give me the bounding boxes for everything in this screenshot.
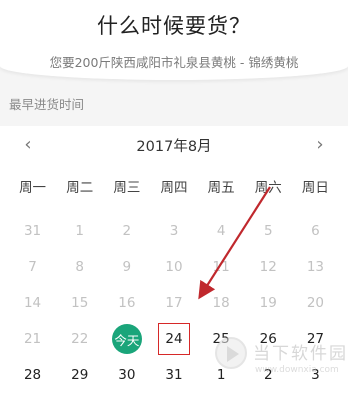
- day-cell[interactable]: 30: [103, 357, 150, 393]
- day-cell: 3: [150, 213, 197, 249]
- day-cell: 12: [245, 249, 292, 285]
- weekday-sun: 周日: [301, 180, 329, 196]
- day-number: 16: [118, 295, 136, 311]
- day-cell: 6: [292, 213, 339, 249]
- day-number: 7: [28, 259, 37, 275]
- month-label: 2017年8月: [136, 139, 212, 155]
- day-cell: 19: [245, 285, 292, 321]
- day-number[interactable]: 31: [165, 367, 182, 383]
- day-number: 19: [259, 295, 277, 311]
- day-number: 21: [23, 331, 42, 347]
- weekday-sat: 周六: [254, 180, 282, 196]
- watermark-name: 当下软件园: [253, 344, 348, 364]
- day-cell-24-selected[interactable]: 24: [150, 321, 197, 357]
- day-cell: 16: [103, 285, 150, 321]
- day-number: 10: [165, 259, 183, 275]
- day-number: 12: [259, 259, 277, 275]
- day-cell: 13: [292, 249, 339, 285]
- day-number: 15: [71, 295, 89, 311]
- day-number: 14: [23, 295, 42, 311]
- day-number: 20: [306, 295, 324, 311]
- day-number: 11: [212, 259, 230, 275]
- day-cell: 20: [292, 285, 339, 321]
- order-summary: 您要200斤陕西咸阳市礼泉县黄桃 - 锦绣黄桃: [49, 55, 299, 70]
- day-number: 1: [75, 223, 84, 239]
- day-cell: 31: [9, 213, 56, 249]
- weekday-tue: 周二: [66, 180, 94, 196]
- day-number: 4: [216, 223, 226, 239]
- page-title: 什么时候要货？: [97, 14, 251, 38]
- day-number: 2: [122, 223, 132, 239]
- day-cell: 10: [150, 249, 197, 285]
- day-cell: 8: [56, 249, 103, 285]
- day-number: 3: [169, 223, 179, 239]
- day-cell: 11: [198, 249, 245, 285]
- today-badge[interactable]: 今天: [111, 324, 142, 354]
- day-number[interactable]: 30: [118, 367, 135, 383]
- day-cell: 18: [198, 285, 245, 321]
- earliest-delivery-label: 最早进货时间: [9, 97, 85, 112]
- day-number: 13: [306, 259, 324, 275]
- day-number: 22: [71, 331, 89, 347]
- weekday-header: 周一 周二 周三 周四 周五 周六 周日: [9, 176, 339, 202]
- day-cell: 4: [198, 213, 245, 249]
- weekday-wed: 周三: [113, 180, 141, 196]
- day-cell: 22: [56, 321, 103, 357]
- day-number: 5: [263, 223, 273, 239]
- calendar-nav: ‹ 2017年8月 ›: [0, 126, 348, 166]
- day-number[interactable]: 28: [24, 367, 41, 383]
- day-cell: 5: [245, 213, 292, 249]
- day-cell[interactable]: 31: [150, 357, 197, 393]
- header: 什么时候要货？ 您要200斤陕西咸阳市礼泉县黄桃 - 锦绣黄桃: [0, 0, 348, 80]
- day-number: 8: [75, 259, 84, 275]
- day-number: 17: [165, 295, 183, 311]
- play-logo-icon: [215, 337, 247, 369]
- weekday-mon: 周一: [19, 180, 47, 196]
- watermark: 当下软件园 www.downxia.com: [215, 333, 348, 403]
- day-number: 31: [23, 223, 42, 239]
- day-cell: 14: [9, 285, 56, 321]
- highlighted-day[interactable]: 24: [157, 323, 190, 355]
- day-cell: 9: [103, 249, 150, 285]
- day-number[interactable]: 29: [71, 367, 88, 383]
- watermark-url: www.downxia.com: [255, 365, 339, 375]
- day-number: 18: [212, 295, 230, 311]
- weekday-fri: 周五: [207, 180, 235, 196]
- day-cell: 7: [9, 249, 56, 285]
- day-cell[interactable]: 28: [9, 357, 56, 393]
- day-cell: 21: [9, 321, 56, 357]
- day-cell: 1: [56, 213, 103, 249]
- day-cell[interactable]: 29: [56, 357, 103, 393]
- chevron-right-icon[interactable]: ›: [308, 134, 332, 158]
- today-cell[interactable]: 今天: [103, 321, 150, 357]
- day-number: 6: [311, 223, 320, 239]
- day-cell: 15: [56, 285, 103, 321]
- day-cell: 17: [150, 285, 197, 321]
- weekday-thu: 周四: [160, 180, 188, 196]
- day-cell: 2: [103, 213, 150, 249]
- day-number: 9: [122, 259, 132, 275]
